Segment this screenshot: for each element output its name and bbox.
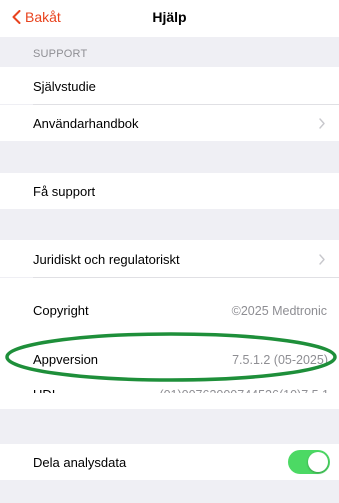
legal-row[interactable]: Juridiskt och regulatoriskt: [0, 240, 339, 277]
chevron-right-icon: [319, 118, 325, 129]
settings-list: SUPPORT Självstudie Användarhandbok Få s…: [0, 37, 339, 503]
section-gap: [0, 141, 339, 173]
share-analytics-label: Dela analysdata: [33, 455, 127, 470]
get-support-label: Få support: [33, 184, 96, 199]
section-header-support: SUPPORT: [0, 37, 339, 67]
copyright-value: ©2025 Medtronic: [231, 304, 327, 318]
info-block: Copyright ©2025 Medtronic Appversion 7.5…: [0, 278, 339, 402]
copyright-label: Copyright: [33, 303, 89, 318]
info-block-bottom: [0, 393, 339, 409]
get-support-row[interactable]: Få support: [0, 173, 339, 209]
app-version-value: 7.5.1.2 (05-2025): [232, 353, 328, 367]
section-gap: [0, 409, 339, 444]
navigation-bar: Bakåt Hjälp: [0, 0, 339, 37]
self-study-row[interactable]: Självstudie: [0, 67, 339, 104]
share-analytics-toggle[interactable]: [288, 450, 330, 474]
self-study-label: Självstudie: [33, 79, 96, 94]
toggle-knob: [308, 452, 328, 472]
section-gap: [0, 209, 339, 240]
page-title: Hjälp: [152, 9, 187, 25]
user-manual-row[interactable]: Användarhandbok: [0, 105, 339, 141]
legal-label: Juridiskt och regulatoriskt: [33, 252, 180, 267]
app-version-label: Appversion: [33, 352, 99, 367]
bottom-gap: [0, 480, 339, 503]
share-analytics-row: Dela analysdata: [0, 444, 339, 480]
user-manual-label: Användarhandbok: [33, 116, 139, 131]
chevron-right-icon: [319, 254, 325, 265]
section-header-label: SUPPORT: [33, 48, 88, 60]
